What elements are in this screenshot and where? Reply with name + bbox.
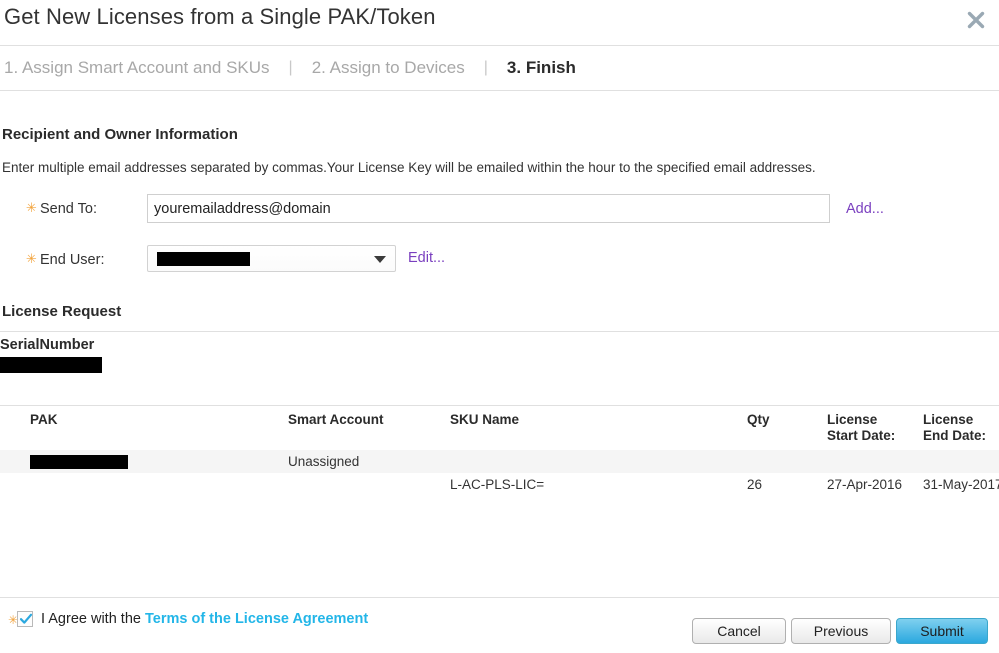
page-title: Get New Licenses from a Single PAK/Token — [4, 4, 436, 30]
column-header-smart-account: Smart Account — [288, 412, 450, 450]
cell-smart-account — [288, 473, 450, 496]
step-finish: 3. Finish — [507, 58, 576, 78]
cell-pak — [0, 473, 288, 496]
send-to-input[interactable] — [147, 194, 830, 223]
step-assign-to-devices[interactable]: 2. Assign to Devices — [312, 58, 465, 78]
table-header-row: PAK Smart Account SKU Name Qty License S… — [0, 412, 999, 450]
serial-divider — [0, 405, 999, 406]
send-to-label: Send To: — [40, 194, 97, 224]
required-asterisk-icon: ✳ — [26, 253, 37, 266]
dialog-footer: ✳ I Agree with the Terms of the License … — [0, 598, 999, 653]
cell-sku-name — [450, 450, 747, 473]
column-header-pak: PAK — [0, 412, 288, 450]
serial-number-value-redacted — [0, 357, 102, 373]
column-header-license-start-date: License Start Date: — [827, 412, 923, 450]
license-request-table: PAK Smart Account SKU Name Qty License S… — [0, 412, 999, 496]
add-email-link[interactable]: Add... — [846, 194, 884, 224]
step-assign-smart-account[interactable]: 1. Assign Smart Account and SKUs — [0, 58, 270, 78]
edit-end-user-link[interactable]: Edit... — [408, 243, 445, 273]
column-header-sku-name: SKU Name — [450, 412, 747, 450]
table-row: L-AC-PLS-LIC= 26 27-Apr-2016 31-May-2017 — [0, 473, 999, 496]
table-row: Unassigned — [0, 450, 999, 473]
dialog-header: Get New Licenses from a Single PAK/Token — [0, 0, 999, 45]
cell-qty — [747, 450, 827, 473]
terms-of-license-agreement-link[interactable]: Terms of the License Agreement — [145, 611, 368, 627]
close-icon[interactable] — [962, 6, 990, 34]
cell-smart-account: Unassigned — [288, 450, 450, 473]
column-header-line-1: License — [827, 412, 877, 427]
wizard-steps: 1. Assign Smart Account and SKUs | 2. As… — [0, 46, 999, 90]
pak-value-redacted — [30, 455, 128, 469]
steps-divider — [0, 90, 999, 91]
column-header-license-end-date: License End Date: — [923, 412, 999, 450]
end-user-select[interactable] — [147, 245, 396, 272]
recipient-section-heading: Recipient and Owner Information — [2, 126, 238, 143]
cell-start-date — [827, 450, 923, 473]
send-to-row: ✳ Send To: Add... — [0, 194, 999, 224]
end-user-selected-value-redacted — [157, 252, 250, 266]
end-user-label: End User: — [40, 245, 104, 275]
cell-sku-name: L-AC-PLS-LIC= — [450, 473, 747, 496]
end-user-row: ✳ End User: Edit... — [0, 245, 999, 275]
column-header-qty: Qty — [747, 412, 827, 450]
column-header-line-2: Start Date: — [827, 428, 895, 443]
agreement-prefix: I Agree with the — [41, 611, 145, 627]
agreement-text: I Agree with the Terms of the License Ag… — [41, 610, 368, 628]
agree-checkbox[interactable] — [17, 611, 33, 627]
cell-qty: 26 — [747, 473, 827, 496]
column-header-line-1: License — [923, 412, 973, 427]
cell-start-date: 27-Apr-2016 — [827, 473, 923, 496]
previous-button[interactable]: Previous — [791, 618, 891, 644]
cancel-button[interactable]: Cancel — [692, 618, 786, 644]
checkmark-icon — [19, 612, 33, 626]
cell-end-date — [923, 450, 999, 473]
cell-pak — [0, 450, 288, 473]
required-asterisk-icon: ✳ — [26, 202, 37, 215]
license-request-divider — [0, 331, 999, 332]
license-request-heading: License Request — [2, 303, 121, 320]
chevron-down-icon — [374, 256, 386, 263]
recipient-section-description: Enter multiple email addresses separated… — [2, 160, 816, 175]
cell-end-date: 31-May-2017 — [923, 473, 999, 496]
submit-button[interactable]: Submit — [896, 618, 988, 644]
column-header-line-2: End Date: — [923, 428, 986, 443]
step-separator: | — [465, 59, 507, 77]
step-separator: | — [270, 59, 312, 77]
serial-number-label: SerialNumber — [0, 337, 94, 353]
